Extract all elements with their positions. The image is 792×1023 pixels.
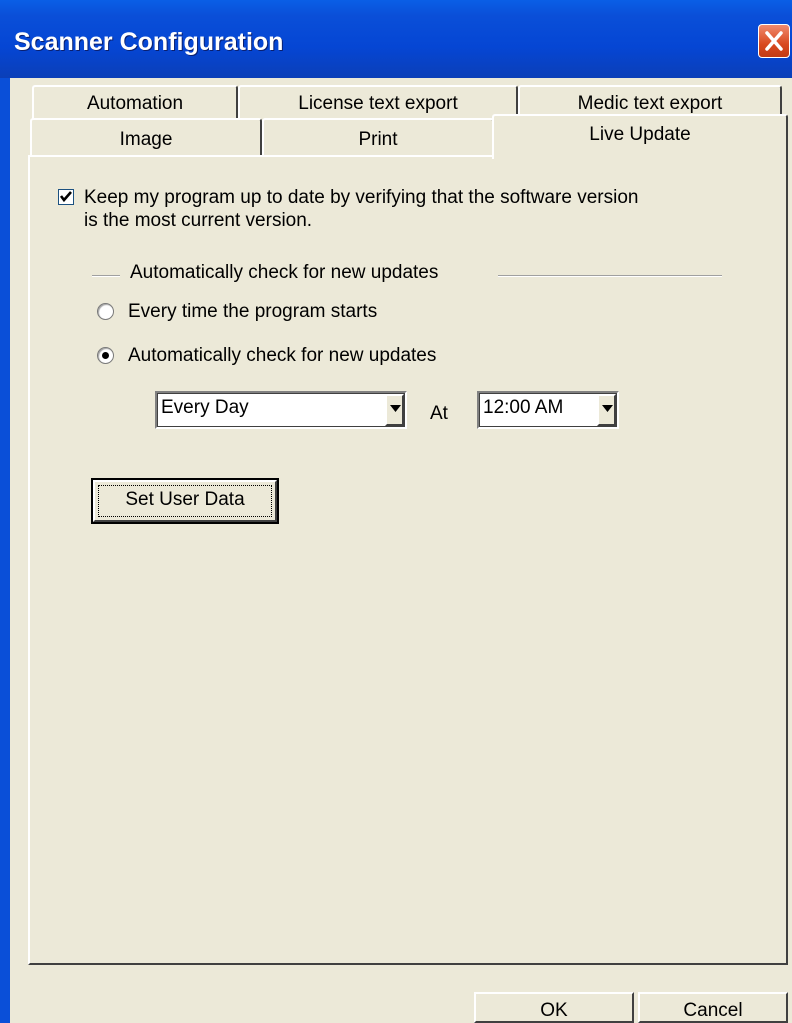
tab-image-label: Image bbox=[119, 129, 173, 150]
frequency-select-value: Every Day bbox=[161, 397, 249, 418]
set-user-data-label: Set User Data bbox=[125, 489, 245, 510]
tab-medic-text-export-label: Medic text export bbox=[577, 93, 723, 114]
window-title: Scanner Configuration bbox=[14, 28, 284, 56]
time-dropdown-button[interactable] bbox=[597, 394, 616, 426]
keep-updated-label-line2: is the most current version. bbox=[84, 210, 313, 231]
group-line-right bbox=[498, 275, 722, 277]
close-icon bbox=[765, 31, 783, 51]
set-user-data-button[interactable]: Set User Data bbox=[91, 478, 279, 524]
ok-label: OK bbox=[540, 1000, 568, 1021]
time-select-value: 12:00 AM bbox=[483, 397, 564, 418]
chevron-down-icon bbox=[390, 405, 401, 412]
tab-image[interactable]: Image bbox=[30, 118, 262, 158]
at-label: At bbox=[430, 403, 448, 424]
ok-button[interactable]: OK bbox=[474, 992, 634, 1023]
tab-automation-label: Automation bbox=[86, 93, 184, 114]
update-group-label: Automatically check for new updates bbox=[130, 262, 439, 283]
scheduled-check-label: Automatically check for new updates bbox=[128, 345, 437, 366]
scheduled-check-radio[interactable] bbox=[97, 347, 114, 364]
keep-updated-label-line1: Keep my program up to date by verifying … bbox=[84, 187, 639, 208]
frequency-select[interactable]: Every Day bbox=[155, 391, 407, 429]
cancel-button[interactable]: Cancel bbox=[638, 992, 788, 1023]
tab-live-update-label: Live Update bbox=[589, 124, 691, 145]
time-select[interactable]: 12:00 AM bbox=[477, 391, 619, 429]
tab-license-text-export-label: License text export bbox=[298, 93, 458, 114]
group-line-left bbox=[92, 275, 120, 277]
frequency-dropdown-button[interactable] bbox=[385, 394, 404, 426]
tab-print-label: Print bbox=[358, 129, 398, 150]
close-button[interactable] bbox=[758, 24, 790, 58]
keep-updated-checkbox[interactable] bbox=[58, 189, 74, 205]
tab-live-update[interactable]: Live Update bbox=[492, 114, 788, 159]
chevron-down-icon bbox=[602, 405, 613, 412]
startup-check-label: Every time the program starts bbox=[128, 301, 378, 322]
radio-selected-dot bbox=[102, 352, 109, 359]
startup-check-radio[interactable] bbox=[97, 303, 114, 320]
checkmark-icon bbox=[59, 191, 72, 203]
tab-print[interactable]: Print bbox=[262, 118, 494, 158]
cancel-label: Cancel bbox=[683, 1000, 743, 1021]
title-bar: Scanner Configuration bbox=[0, 0, 792, 78]
window-frame-left bbox=[0, 78, 10, 1023]
